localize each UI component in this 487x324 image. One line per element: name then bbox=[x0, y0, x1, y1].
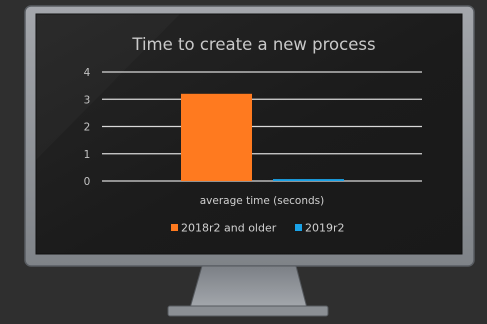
x-axis-label: average time (seconds) bbox=[200, 195, 325, 207]
monitor-illustration: Time to create a new process 0 1 2 3 4 avera… bbox=[24, 5, 475, 317]
y-tick-label: 1 bbox=[84, 149, 91, 161]
monitor-stand-icon bbox=[189, 265, 308, 309]
legend: 2018r2 and older 2019r2 bbox=[171, 222, 345, 235]
y-tick-label: 4 bbox=[84, 67, 91, 79]
y-tick-label: 0 bbox=[84, 176, 91, 188]
chart-title: Time to create a new process bbox=[131, 35, 375, 54]
legend-swatch-icon bbox=[295, 224, 302, 231]
y-tick-label: 2 bbox=[84, 122, 91, 134]
legend-label: 2018r2 and older bbox=[181, 222, 277, 235]
legend-label: 2019r2 bbox=[305, 222, 345, 235]
stage: Time to create a new process 0 1 2 3 4 avera… bbox=[0, 0, 487, 320]
bar-older bbox=[181, 93, 252, 181]
bar-new bbox=[273, 179, 344, 181]
legend-swatch-icon bbox=[171, 224, 178, 231]
monitor-base bbox=[167, 305, 329, 317]
y-tick-label: 3 bbox=[84, 94, 91, 106]
